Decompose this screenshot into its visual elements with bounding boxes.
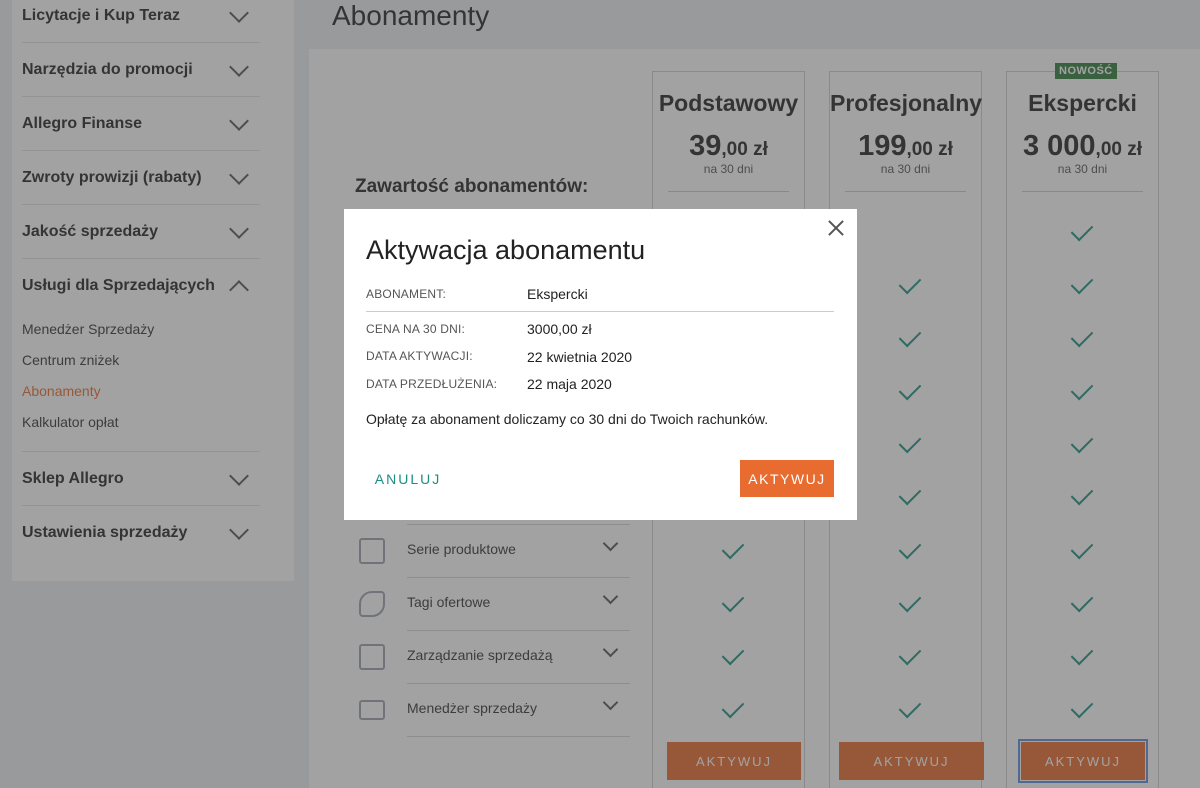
close-icon[interactable] (827, 219, 845, 237)
divider (366, 311, 834, 312)
row-label-aktywacja: DATA AKTYWACJI: (366, 349, 473, 363)
activation-modal: Aktywacja abonamentu ABONAMENT: Eksperck… (344, 209, 857, 520)
row-value-abonament: Ekspercki (527, 286, 588, 302)
row-label-abonament: ABONAMENT: (366, 287, 447, 301)
row-value-przedluzenie: 22 maja 2020 (527, 376, 612, 392)
cancel-button[interactable]: ANULUJ (366, 460, 450, 497)
row-label-przedluzenie: DATA PRZEDŁUŻENIA: (366, 377, 498, 391)
row-value-cena: 3000,00 zł (527, 321, 592, 337)
modal-note: Opłatę za abonament doliczamy co 30 dni … (366, 411, 769, 427)
row-label-cena: CENA NA 30 DNI: (366, 322, 466, 336)
row-value-aktywacja: 22 kwietnia 2020 (527, 349, 633, 365)
modal-title: Aktywacja abonamentu (366, 235, 646, 265)
activate-button[interactable]: AKTYWUJ (740, 460, 834, 497)
